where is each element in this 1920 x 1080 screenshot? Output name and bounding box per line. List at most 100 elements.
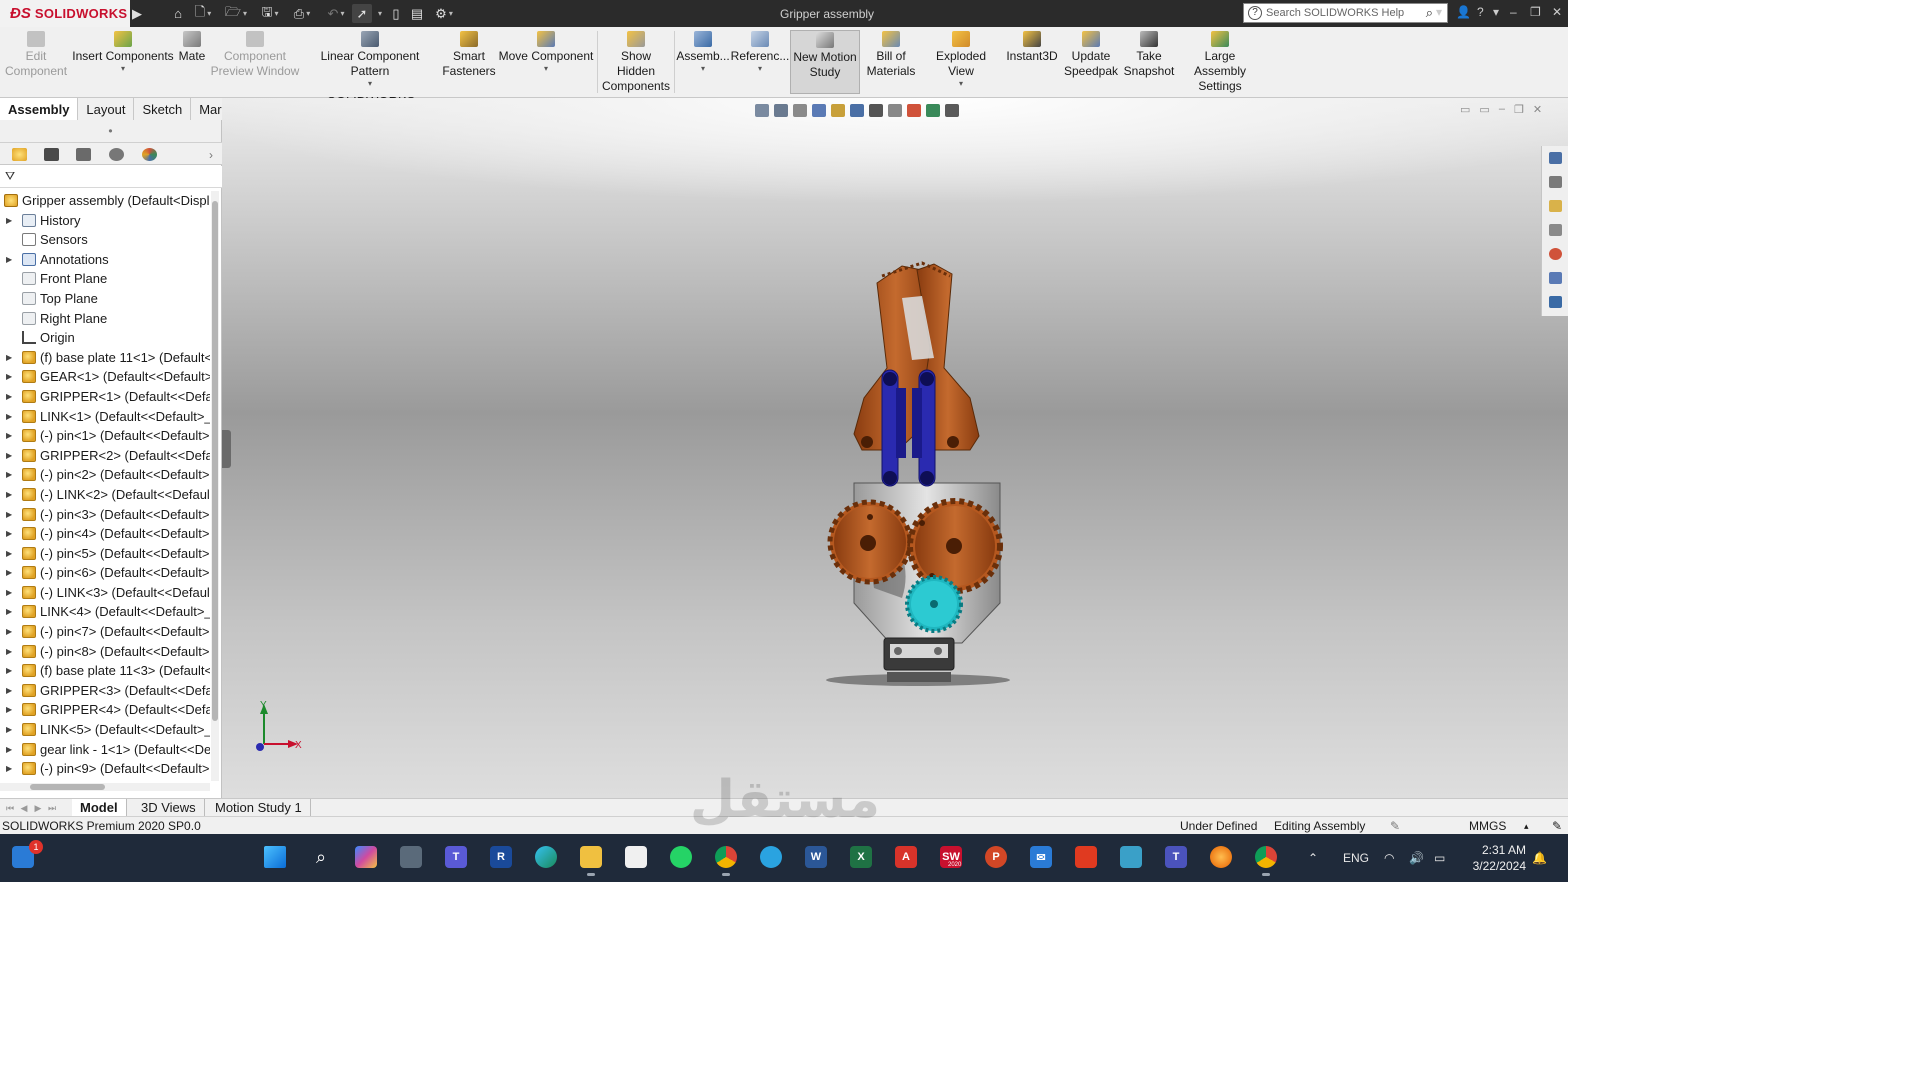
show-hidden-components-button[interactable]: Show Hidden Components <box>601 31 671 94</box>
reference-geometry-button[interactable]: Referenc... ▾ <box>731 31 789 74</box>
large-assembly-settings-button[interactable]: Large Assembly Settings <box>1178 31 1262 94</box>
panel-collapse-handle[interactable] <box>222 430 231 468</box>
scrollbar-thumb[interactable] <box>212 201 218 721</box>
word-button[interactable]: W <box>801 842 831 872</box>
tree-item[interactable]: ▶ (-) pin<6> (Default<<Default> <box>0 563 210 583</box>
open-folder-icon[interactable]: 🗁 ▾ <box>222 4 250 23</box>
expand-arrow-icon[interactable]: ▶ <box>6 602 12 622</box>
minimize-icon[interactable]: – <box>1510 5 1517 19</box>
hide-show-items-icon[interactable] <box>888 103 902 117</box>
graphics-area[interactable]: Y X <box>222 98 1568 798</box>
linear-pattern-dropdown-icon[interactable]: ▾ <box>368 79 372 89</box>
tree-item[interactable]: ▶ (-) pin<4> (Default<<Default> <box>0 524 210 544</box>
unit-system-dropdown-icon[interactable]: ▴ <box>1524 817 1529 835</box>
tree-item[interactable]: Right Plane <box>0 309 210 329</box>
tree-item[interactable]: ▶ GRIPPER<3> (Default<<Defau <box>0 681 210 701</box>
forum-tab[interactable] <box>1542 290 1568 314</box>
chrome-profile-button[interactable] <box>1251 842 1281 876</box>
chrome-button[interactable] <box>711 842 741 876</box>
expand-arrow-icon[interactable]: ▶ <box>6 387 12 407</box>
link-back-left[interactable] <box>896 388 906 458</box>
instant3d-button[interactable]: Instant3D <box>1004 31 1060 64</box>
tree-item[interactable]: ▶ GRIPPER<2> (Default<<Defau <box>0 446 210 466</box>
tree-horizontal-scrollbar[interactable] <box>0 783 210 791</box>
linear-component-pattern-button[interactable]: Linear Component Pattern ▾ <box>302 31 438 89</box>
custom-properties-tab[interactable] <box>1542 266 1568 290</box>
undo-icon[interactable]: ↶ ▾ <box>322 4 350 23</box>
edit-appearance-icon[interactable] <box>907 103 921 117</box>
powerpoint-button[interactable]: P <box>981 842 1011 872</box>
expand-arrow-icon[interactable]: ▶ <box>6 544 12 564</box>
unit-system[interactable]: MMGS <box>1469 817 1506 835</box>
previous-view-icon[interactable] <box>793 103 807 117</box>
file-properties-icon[interactable]: ▤ <box>408 4 426 23</box>
tree-item[interactable]: ▶ GEAR<1> (Default<<Default> <box>0 367 210 387</box>
expand-arrow-icon[interactable]: ▶ <box>6 407 12 427</box>
exploded-view-button[interactable]: Exploded View ▾ <box>922 31 1000 89</box>
firefox-button[interactable] <box>1206 842 1236 872</box>
solidworks-taskbar-button[interactable]: SW 2020 <box>936 842 966 872</box>
tree-item[interactable]: ▶ (-) pin<3> (Default<<Default> <box>0 505 210 525</box>
move-component-button[interactable]: Move Component ▾ <box>498 31 594 74</box>
whatsapp-button[interactable] <box>666 842 696 872</box>
mail-button[interactable]: ✉ <box>1026 842 1056 872</box>
expand-arrow-icon[interactable]: ▶ <box>6 524 12 544</box>
appearances-tab[interactable] <box>1542 242 1568 266</box>
search-icon[interactable]: ⌕ <box>1426 5 1433 21</box>
expand-arrow-icon[interactable]: ▶ <box>6 250 12 270</box>
pin[interactable] <box>883 471 897 485</box>
expand-arrow-icon[interactable]: ▶ <box>6 720 12 740</box>
reference-geometry-dropdown-icon[interactable]: ▾ <box>758 64 762 74</box>
close-icon[interactable]: ✕ <box>1552 5 1562 19</box>
print-icon[interactable]: ⎙ ▾ <box>288 4 316 23</box>
revit-button[interactable]: R <box>486 842 516 872</box>
take-snapshot-button[interactable]: Take Snapshot <box>1122 31 1176 79</box>
tree-item[interactable]: ▶ History <box>0 211 210 231</box>
expand-arrow-icon[interactable]: ▶ <box>6 211 12 231</box>
insert-components-button[interactable]: Insert Components ▾ <box>72 31 174 74</box>
design-library-tab[interactable] <box>1542 170 1568 194</box>
language-indicator[interactable]: ENG <box>1343 834 1369 882</box>
panel-grip[interactable]: • <box>0 120 221 142</box>
expand-arrow-icon[interactable]: ▶ <box>6 563 12 583</box>
search-button[interactable]: ⌕ <box>306 842 336 872</box>
gripper-3d-model[interactable]: Y X <box>222 98 1568 798</box>
tree-item[interactable]: Origin <box>0 328 210 348</box>
teams-chat-button[interactable]: T <box>441 842 471 872</box>
move-component-dropdown-icon[interactable]: ▾ <box>544 64 548 74</box>
tab-sketch[interactable]: Sketch <box>134 98 192 120</box>
tree-item[interactable]: ▶ (-) pin<2> (Default<<Default> <box>0 465 210 485</box>
search-dropdown-icon[interactable]: ▾ <box>1436 5 1442 19</box>
view-palette-tab[interactable] <box>1542 218 1568 242</box>
select-dropdown[interactable]: ▾ <box>374 4 384 23</box>
mate-button[interactable]: Mate <box>176 31 208 64</box>
solidworks-logo[interactable]: ƉS SOLIDWORKS <box>0 0 130 27</box>
bottom-tab-3d-views[interactable]: 3D Views <box>133 799 205 817</box>
display-style-icon[interactable] <box>869 103 883 117</box>
solidworks-resources-tab[interactable] <box>1542 146 1568 170</box>
dimxpertmanager-tab[interactable] <box>105 146 127 163</box>
tree-item[interactable]: Front Plane <box>0 269 210 289</box>
tab-assembly[interactable]: Assembly <box>0 98 79 120</box>
first-tab-arrow-icon[interactable]: ⏮ <box>4 802 16 814</box>
viewport-minimize-icon[interactable]: – <box>1499 103 1505 116</box>
battery-icon[interactable]: ▭ <box>1434 834 1445 882</box>
restore-icon[interactable]: ❐ <box>1530 5 1541 19</box>
help-dropdown-icon[interactable]: ▾ <box>1493 5 1499 19</box>
tree-vertical-scrollbar[interactable] <box>211 191 219 781</box>
viewport-restore-icon[interactable]: ❐ <box>1514 103 1524 116</box>
system-clock[interactable]: 2:31 AM 3/22/2024 <box>1462 842 1526 874</box>
tree-item[interactable]: ▶ (-) pin<8> (Default<<Default> <box>0 642 210 662</box>
view-orientation-icon[interactable] <box>850 103 864 117</box>
expand-arrow-icon[interactable]: ▶ <box>6 367 12 387</box>
tree-root-assembly[interactable]: Gripper assembly (Default<Displa <box>0 191 210 211</box>
viewport-tile-icon[interactable]: ▭ <box>1460 103 1470 116</box>
bill-of-materials-button[interactable]: Bill of Materials <box>864 31 918 79</box>
tree-item[interactable]: ▶ Annotations <box>0 250 210 270</box>
link-left[interactable] <box>881 369 899 487</box>
select-arrow-icon[interactable]: ➚ <box>352 4 372 23</box>
expand-arrow-icon[interactable]: ▶ <box>6 642 12 662</box>
edit-component-button[interactable]: Edit Component <box>5 31 67 79</box>
assembly-features-dropdown-icon[interactable]: ▾ <box>701 64 705 74</box>
widgets-button[interactable]: 1 <box>8 840 43 872</box>
